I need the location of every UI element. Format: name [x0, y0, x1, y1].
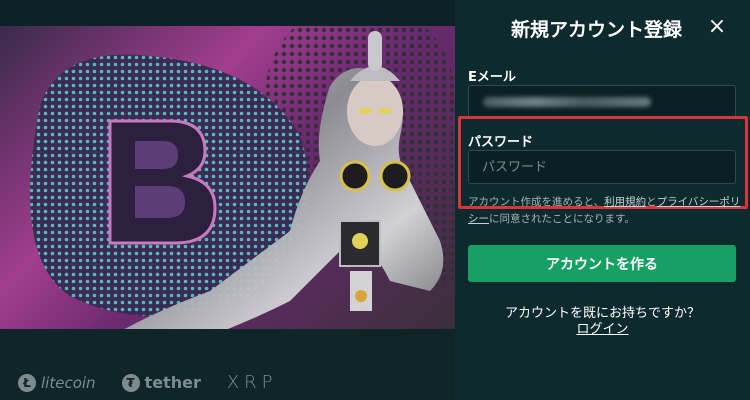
login-link[interactable]: ログイン	[455, 318, 750, 337]
tether-logo: ₮ tether	[121, 373, 201, 392]
tether-label: tether	[144, 373, 201, 392]
password-label: パスワード	[468, 135, 534, 150]
create-account-button[interactable]: アカウントを作る	[468, 245, 736, 282]
xrp-label: XRP	[226, 372, 278, 393]
terms-prefix: アカウント作成を進めると、	[468, 196, 605, 208]
email-field[interactable]	[468, 85, 736, 119]
terms-and: と	[646, 196, 657, 208]
terms-notice: アカウント作成を進めると、利用規約とプライバシーポリシーに同意されたことになりま…	[468, 194, 743, 228]
signup-panel: 新規アカウント登録 × Eメール パスワード アカウント作成を進めると、利用規約…	[455, 0, 750, 400]
hero-artwork	[0, 26, 455, 329]
partner-logos: Ł litecoin ₮ tether XRP	[18, 372, 278, 393]
tether-icon: ₮	[121, 373, 140, 392]
close-icon[interactable]: ×	[707, 16, 727, 38]
panel-title: 新規アカウント登録	[511, 19, 683, 41]
terms-suffix: に同意されたことになります。	[489, 213, 635, 225]
bitcoin-art-illustration	[30, 26, 455, 329]
terms-link[interactable]: 利用規約	[604, 196, 646, 208]
email-label: Eメール	[468, 70, 516, 85]
xrp-logo: XRP	[227, 372, 278, 393]
litecoin-logo: Ł litecoin	[18, 373, 96, 392]
litecoin-icon: Ł	[18, 373, 36, 392]
signup-screen: Ł litecoin ₮ tether XRP 新規アカウント登録 × Eメール…	[0, 0, 750, 400]
email-value-obscured	[483, 97, 651, 107]
litecoin-label: litecoin	[41, 373, 96, 392]
password-field[interactable]	[468, 150, 736, 184]
